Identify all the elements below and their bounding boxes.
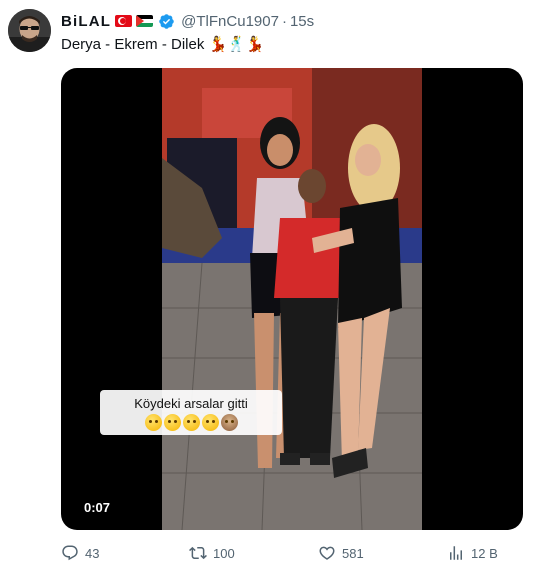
video-caption: Köydeki arsalar gitti [100,390,282,435]
repost-count: 100 [213,545,235,561]
video-duration: 0:07 [79,498,116,517]
repost-icon [189,546,207,560]
reply-icon [62,545,78,561]
action-bar: 43 100 581 12 B [61,544,523,564]
author-name[interactable]: BiLAL [61,13,111,30]
grin-emoji-icon [144,414,162,431]
turkey-flag-icon [115,15,133,27]
tweet[interactable]: BiLAL @TlFnCu1907 · 15s Derya - Ekrem - … [0,0,560,582]
video-frame[interactable] [162,68,422,530]
unamused-emoji-icon [182,414,200,431]
author-handle[interactable]: @TlFnCu1907 [181,13,279,30]
reply-button[interactable]: 43 [61,544,99,562]
like-button[interactable]: 581 [318,544,364,562]
grin-emoji-icon [201,414,219,431]
see-no-evil-monkey-emoji-icon [220,414,238,431]
video-player[interactable]: Köydeki arsalar gitti 0:07 [61,68,523,530]
avatar[interactable] [8,9,51,52]
tweet-time[interactable]: 15s [290,13,314,30]
view-count: 12 B [471,545,498,561]
tweet-text: Derya - Ekrem - Dilek 💃🕺💃 [61,36,265,53]
grin-sweat-emoji-icon [163,414,181,431]
separator-dot: · [281,12,287,30]
caption-text: Köydeki arsalar gitti [134,396,248,411]
heart-icon [319,546,335,560]
views-button[interactable]: 12 B [447,544,498,562]
reply-count: 43 [85,545,100,561]
repost-button[interactable]: 100 [189,544,235,562]
like-count: 581 [342,545,364,561]
caption-emojis [106,414,276,431]
palestine-flag-icon [136,15,154,27]
views-chart-icon [450,546,462,560]
tweet-header: BiLAL @TlFnCu1907 · 15s [61,11,314,31]
verified-badge-icon [159,13,174,29]
